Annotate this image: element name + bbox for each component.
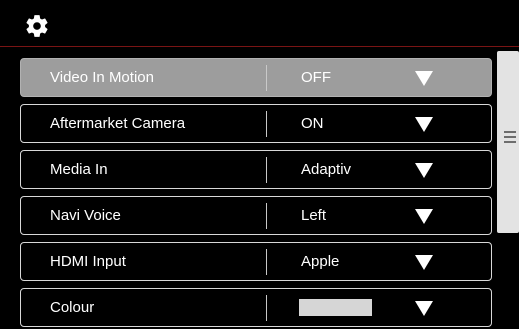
- colour-swatch: [299, 299, 372, 316]
- setting-row-colour[interactable]: Colour: [20, 288, 492, 327]
- setting-label: HDMI Input: [50, 253, 126, 270]
- setting-label: Video In Motion: [50, 69, 154, 86]
- setting-label: Aftermarket Camera: [50, 115, 186, 132]
- setting-label: Colour: [50, 299, 95, 316]
- setting-value: OFF: [301, 69, 331, 86]
- setting-value: Left: [301, 207, 327, 224]
- grip-lines-icon: [504, 131, 516, 144]
- row-divider: [266, 249, 267, 275]
- dropdown-caret-icon[interactable]: [415, 255, 433, 270]
- row-divider: [266, 65, 267, 91]
- setting-value: ON: [301, 115, 324, 132]
- setting-row-navi-voice[interactable]: Navi Voice Left: [20, 196, 492, 235]
- dropdown-caret-icon[interactable]: [415, 117, 433, 132]
- dropdown-caret-icon[interactable]: [415, 301, 433, 316]
- gear-icon[interactable]: [24, 13, 50, 39]
- dropdown-caret-icon[interactable]: [415, 163, 433, 178]
- setting-row-media-in[interactable]: Media In Adaptiv: [20, 150, 492, 189]
- row-divider: [266, 295, 267, 321]
- setting-label: Media In: [50, 161, 108, 178]
- dropdown-caret-icon[interactable]: [415, 209, 433, 224]
- dropdown-caret-icon[interactable]: [415, 71, 433, 86]
- row-divider: [266, 157, 267, 183]
- setting-row-aftermarket-camera[interactable]: Aftermarket Camera ON: [20, 104, 492, 143]
- row-divider: [266, 203, 267, 229]
- setting-row-hdmi-input[interactable]: HDMI Input Apple: [20, 242, 492, 281]
- settings-list: Video In Motion OFF Aftermarket Camera O…: [0, 47, 519, 329]
- setting-row-video-in-motion[interactable]: Video In Motion OFF: [20, 58, 492, 97]
- setting-value: Adaptiv: [301, 161, 352, 178]
- header-bar: [0, 0, 519, 46]
- row-divider: [266, 111, 267, 137]
- setting-label: Navi Voice: [50, 207, 121, 224]
- setting-value: Apple: [301, 253, 340, 270]
